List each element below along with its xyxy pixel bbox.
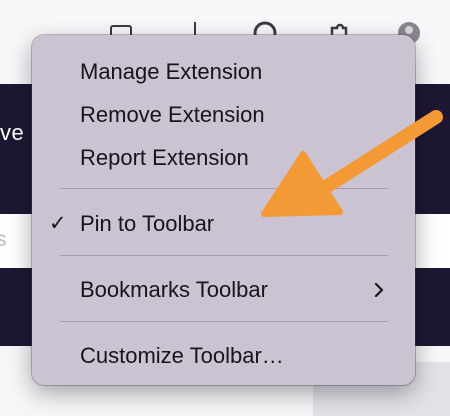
menu-item-label: Bookmarks Toolbar [80,277,268,302]
menu-separator [60,188,388,189]
menu-separator [60,255,388,256]
menu-item-label: Customize Toolbar… [80,343,284,368]
chevron-right-icon [373,282,385,298]
menu-separator [60,321,388,322]
menu-item-label: Manage Extension [80,59,263,84]
menu-item-remove-extension[interactable]: Remove Extension [32,94,415,134]
page-heading-fragment: ve [0,120,25,145]
menu-item-bookmarks-toolbar[interactable]: Bookmarks Toolbar [32,269,415,309]
screenshot-canvas: ve s Manage Extension Remove Extension R… [0,0,450,416]
menu-item-customize-toolbar[interactable]: Customize Toolbar… [32,335,415,375]
menu-item-label: Pin to Toolbar [80,211,215,236]
checkmark-icon: ✓ [49,212,67,235]
menu-item-label: Report Extension [80,145,249,170]
menu-item-manage-extension[interactable]: Manage Extension [32,51,415,91]
menu-item-report-extension[interactable]: Report Extension [32,137,415,177]
menu-item-pin-to-toolbar[interactable]: ✓ Pin to Toolbar [32,203,415,243]
page-input-fragment: s [0,228,7,251]
extension-context-menu: Manage Extension Remove Extension Report… [32,35,415,385]
menu-item-label: Remove Extension [80,102,265,127]
